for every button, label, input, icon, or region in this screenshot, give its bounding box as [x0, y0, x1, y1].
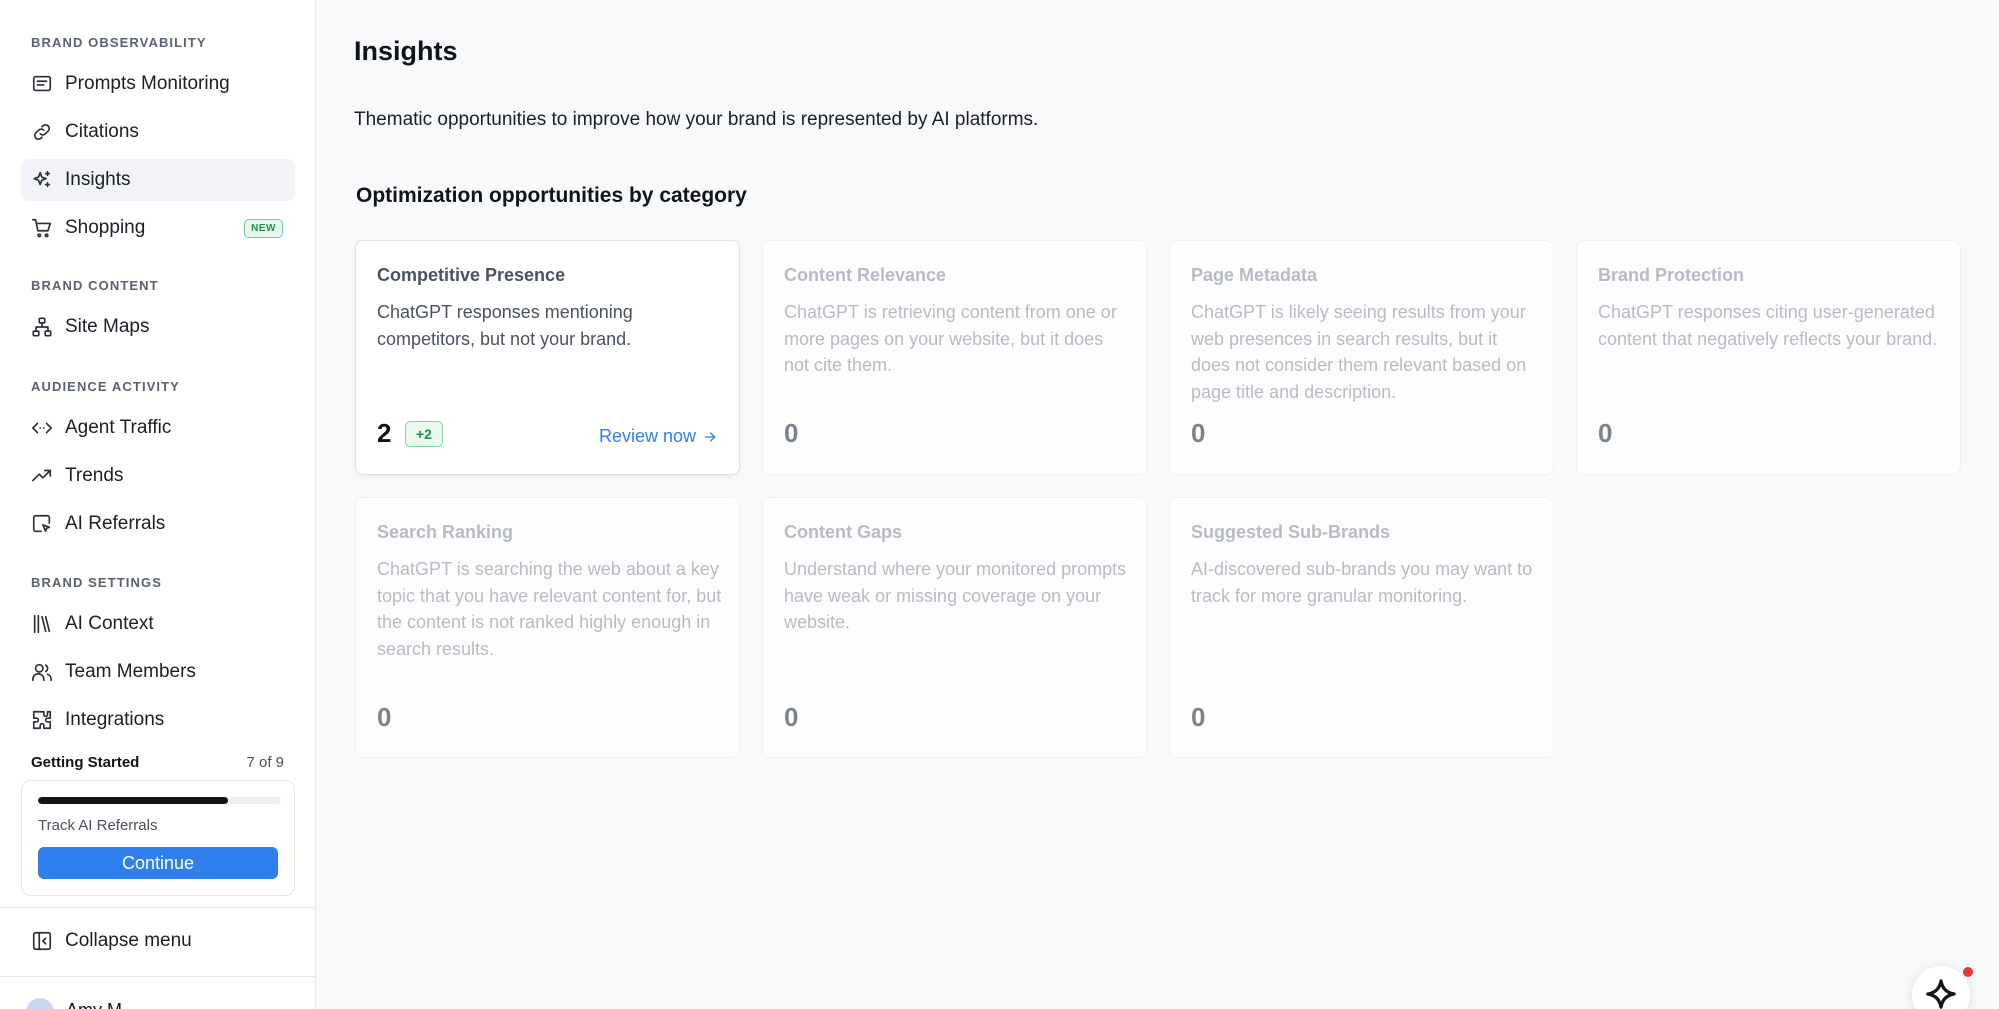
code-arrows-icon	[31, 417, 53, 439]
review-now-link[interactable]: Review now	[599, 426, 718, 447]
card-title: Content Relevance	[784, 265, 947, 285]
page-title: Insights	[354, 36, 458, 66]
getting-started-count: 7 of 9	[246, 754, 284, 771]
card-description: Understand where your monitored prompts …	[784, 559, 1127, 632]
link-icon	[31, 121, 53, 143]
sidebar-item-integrations[interactable]: Integrations	[21, 699, 295, 741]
sidebar-item-label: AI Context	[65, 613, 154, 634]
card-suggested-sub-brands[interactable]: Suggested Sub-Brands AI-discovered sub-b…	[1169, 497, 1554, 758]
puzzle-icon	[31, 709, 53, 731]
page-description: Thematic opportunities to improve how yo…	[354, 109, 1039, 130]
card-count: 0	[784, 702, 799, 732]
card-title: Suggested Sub-Brands	[1191, 522, 1391, 542]
progress-bar	[38, 797, 281, 804]
card-count: 2	[377, 418, 392, 448]
getting-started-task: Track AI Referrals	[38, 817, 158, 834]
divider	[0, 976, 316, 977]
sidebar-item-label: Integrations	[65, 709, 165, 730]
new-badge: NEW	[244, 218, 283, 238]
cursor-click-icon	[31, 513, 53, 535]
sidebar-item-site-maps[interactable]: Site Maps	[21, 306, 295, 348]
sidebar-item-trends[interactable]: Trends	[21, 455, 295, 497]
sidebar-item-insights[interactable]: Insights	[21, 159, 295, 201]
card-description: ChatGPT is likely seeing results from yo…	[1191, 302, 1527, 402]
section-title: Optimization opportunities by category	[356, 184, 747, 207]
card-page-metadata[interactable]: Page Metadata ChatGPT is likely seeing r…	[1169, 240, 1554, 475]
sidebar-item-label: Shopping	[65, 217, 146, 238]
section-label-brand-observability: BRAND OBSERVABILITY	[31, 35, 207, 50]
sidebar-item-team-members[interactable]: Team Members	[21, 651, 295, 693]
card-description: ChatGPT is searching the web about a key…	[377, 559, 722, 659]
sidebar-item-label: Agent Traffic	[65, 417, 172, 438]
card-brand-protection[interactable]: Brand Protection ChatGPT responses citin…	[1576, 240, 1961, 475]
sidebar-item-label: AI Referrals	[65, 513, 166, 534]
section-label-audience-activity: AUDIENCE ACTIVITY	[31, 379, 180, 394]
collapse-menu-button[interactable]: Collapse menu	[21, 920, 295, 962]
sidebar-item-agent-traffic[interactable]: Agent Traffic	[21, 407, 295, 449]
card-content-relevance[interactable]: Content Relevance ChatGPT is retrieving …	[762, 240, 1147, 475]
sidebar: BRAND OBSERVABILITY Prompts Monitoring C…	[0, 0, 316, 1009]
card-description: ChatGPT responses citing user-generated …	[1598, 302, 1938, 349]
card-count: 0	[1598, 418, 1613, 448]
sidebar-item-label: Prompts Monitoring	[65, 73, 230, 94]
sidebar-item-label: Trends	[65, 465, 124, 486]
getting-started-header: Getting Started 7 of 9	[31, 754, 284, 771]
card-title: Page Metadata	[1191, 265, 1318, 285]
card-count: 0	[377, 702, 392, 732]
sidebar-item-citations[interactable]: Citations	[21, 111, 295, 153]
sidebar-item-prompts-monitoring[interactable]: Prompts Monitoring	[21, 63, 295, 105]
sidebar-item-label: Site Maps	[65, 316, 150, 337]
section-label-brand-content: BRAND CONTENT	[31, 278, 159, 293]
getting-started-card: Track AI Referrals Continue	[21, 780, 295, 896]
card-title: Brand Protection	[1598, 265, 1745, 285]
user-name[interactable]: Amy M	[66, 1000, 122, 1009]
delta-badge: +2	[405, 421, 443, 447]
card-title: Content Gaps	[784, 522, 903, 542]
sidebar-item-label: Insights	[65, 169, 131, 190]
card-count: 0	[1191, 702, 1206, 732]
divider	[0, 907, 316, 908]
collapse-menu-label: Collapse menu	[65, 930, 192, 951]
section-label-brand-settings: BRAND SETTINGS	[31, 575, 162, 590]
card-count: 0	[1191, 418, 1206, 448]
library-icon	[31, 613, 53, 635]
sidebar-item-ai-context[interactable]: AI Context	[21, 603, 295, 645]
sidebar-collapse-icon	[31, 930, 53, 952]
card-description: ChatGPT responses mentioning competitors…	[377, 302, 633, 349]
message-square-icon	[31, 73, 53, 95]
users-icon	[31, 661, 53, 683]
shopping-cart-icon	[31, 217, 53, 239]
sidebar-item-label: Citations	[65, 121, 139, 142]
continue-button[interactable]: Continue	[38, 847, 278, 879]
sparkles-icon	[31, 169, 53, 191]
sidebar-item-shopping[interactable]: Shopping NEW	[21, 207, 295, 249]
getting-started-title: Getting Started	[31, 754, 140, 771]
card-title: Competitive Presence	[377, 265, 566, 285]
arrow-right-icon	[704, 431, 716, 442]
card-description: AI-discovered sub-brands you may want to…	[1191, 559, 1533, 606]
review-now-label: Review now	[598, 426, 696, 446]
sparkle-star-icon	[1926, 979, 1956, 1009]
notification-dot	[1963, 967, 1973, 977]
sitemap-icon	[31, 316, 53, 338]
card-title: Search Ranking	[377, 522, 514, 542]
card-competitive-presence[interactable]: Competitive Presence ChatGPT responses m…	[355, 240, 740, 475]
card-search-ranking[interactable]: Search Ranking ChatGPT is searching the …	[355, 497, 740, 758]
card-content-gaps[interactable]: Content Gaps Understand where your monit…	[762, 497, 1147, 758]
main-content: Insights Thematic opportunities to impro…	[316, 0, 1999, 1009]
sidebar-item-label: Team Members	[65, 661, 196, 682]
trending-up-icon	[31, 465, 53, 487]
sidebar-item-ai-referrals[interactable]: AI Referrals	[21, 503, 295, 545]
card-description: ChatGPT is retrieving content from one o…	[784, 302, 1117, 375]
progress-bar-fill	[38, 797, 228, 804]
card-count: 0	[784, 418, 799, 448]
avatar[interactable]	[26, 998, 54, 1009]
